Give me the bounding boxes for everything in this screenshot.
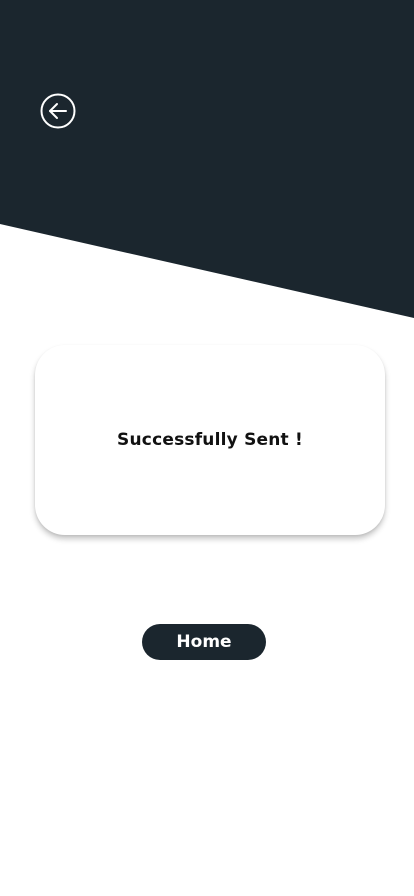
home-button[interactable]: Home [142,624,266,660]
status-card: Successfully Sent ! [35,345,385,535]
back-button[interactable] [40,93,76,129]
header-diagonal-shape [0,0,414,318]
header-background [0,0,414,320]
arrow-left-circle-icon [40,93,76,129]
success-message: Successfully Sent ! [117,430,303,450]
